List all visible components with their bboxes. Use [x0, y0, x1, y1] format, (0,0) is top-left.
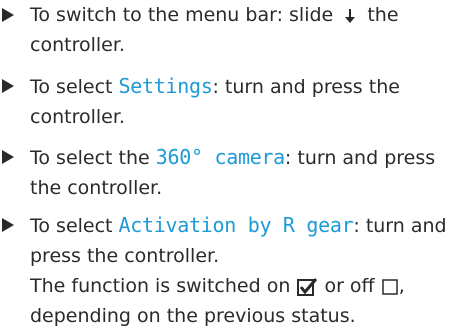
- status-note-mid: or off: [324, 275, 375, 297]
- step-text-before: To select: [30, 215, 119, 237]
- bullet-triangle-icon: [2, 79, 14, 93]
- step-text-before: To select the: [30, 147, 156, 169]
- step-text: To switch to the menu bar: slide the con…: [0, 0, 458, 60]
- step-text-before: To switch to the menu bar: slide: [30, 4, 334, 26]
- slide-down-arrow-icon: [345, 8, 356, 23]
- menu-term-360-camera: 360° camera: [155, 145, 285, 169]
- checkbox-unchecked-icon: [381, 278, 398, 295]
- menu-term-settings: Settings: [118, 74, 213, 98]
- bullet-triangle-icon: [2, 8, 14, 22]
- step-text-before: To select: [30, 76, 119, 98]
- status-note-before: The function is switched on: [30, 275, 291, 297]
- bullet-triangle-icon: [2, 150, 14, 164]
- step-switch-to-menu-bar: To switch to the menu bar: slide the con…: [0, 0, 458, 60]
- bullet-triangle-icon: [2, 218, 14, 232]
- step-text: To select Settings: turn and press the c…: [0, 71, 458, 132]
- step-select-360-camera: To select the 360° camera: turn and pres…: [0, 142, 458, 203]
- step-select-activation-by-r-gear: To select Activation by R gear: turn and…: [0, 210, 458, 331]
- menu-term-activation-by-r-gear: Activation by R gear: [118, 213, 354, 237]
- instruction-page: To switch to the menu bar: slide the con…: [0, 0, 462, 332]
- step-text: To select Activation by R gear: turn and…: [0, 210, 458, 331]
- step-text: To select the 360° camera: turn and pres…: [0, 142, 458, 203]
- checkbox-checked-icon: [297, 277, 318, 296]
- step-select-settings: To select Settings: turn and press the c…: [0, 71, 458, 132]
